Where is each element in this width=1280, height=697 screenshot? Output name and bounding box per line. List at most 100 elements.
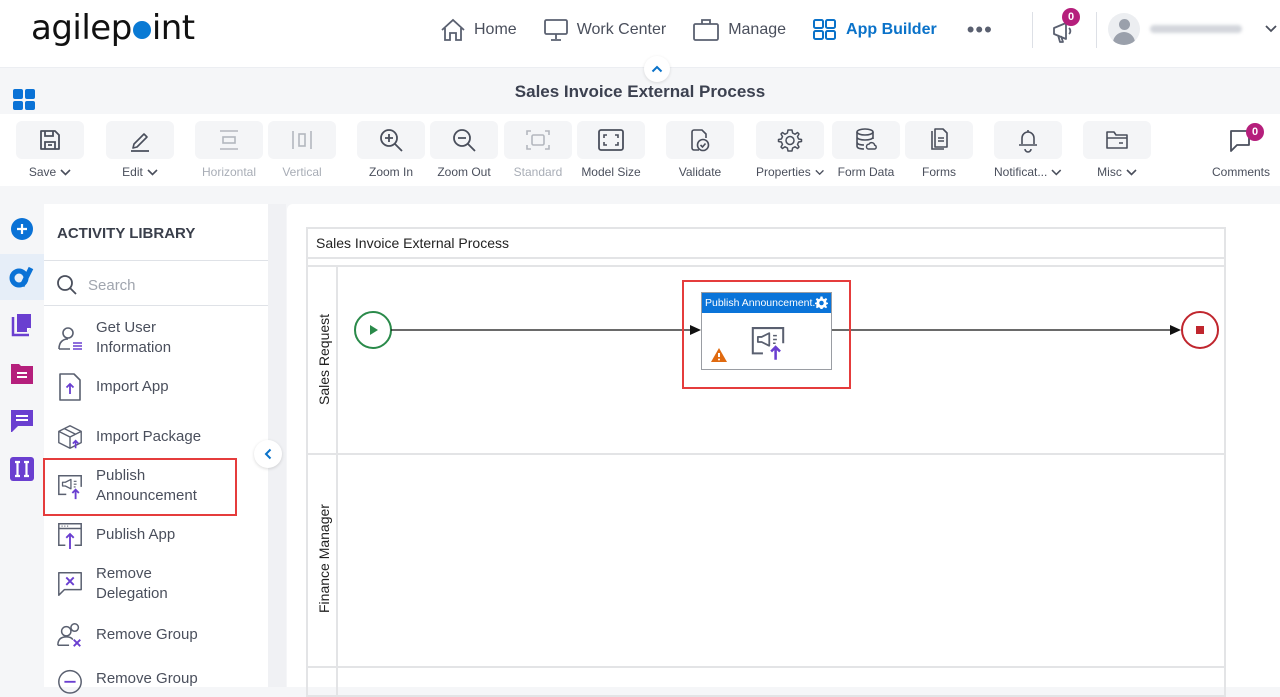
library-item-label: Remove Group (96, 670, 198, 687)
form-data-label: Form Data (837, 165, 895, 179)
model-size-button[interactable]: Model Size (577, 121, 645, 179)
search-placeholder: Search (88, 276, 136, 294)
divider (308, 265, 1224, 267)
comments-button[interactable]: 0 Comments (1207, 121, 1275, 179)
publish-app-icon (58, 523, 82, 549)
announcements-count-badge: 0 (1062, 8, 1080, 26)
save-button[interactable]: Save (16, 121, 84, 179)
standard-size-button[interactable]: Standard (504, 121, 572, 179)
validate-button[interactable]: Validate (666, 121, 734, 179)
chat-icon (11, 410, 33, 432)
library-item-remove-group-member[interactable]: Remove Group (56, 664, 216, 694)
forms-label: Forms (922, 165, 956, 179)
pool-title: Sales Invoice External Process (316, 235, 509, 251)
library-item-label: Remove Delegation (96, 565, 168, 602)
chevron-down-icon (1051, 169, 1062, 176)
library-item-label: Import App (96, 378, 169, 395)
library-item-remove-delegation[interactable]: Remove Delegation (56, 564, 216, 604)
library-item-label: Get User Information (96, 319, 172, 356)
divider (308, 257, 1224, 259)
search-icon (57, 275, 77, 295)
notifications-button[interactable]: Notificat... (994, 121, 1062, 179)
rail-add-activity[interactable] (0, 206, 44, 252)
chevron-down-icon (1265, 25, 1277, 33)
edit-label: Edit (122, 165, 143, 179)
nav-manage-label: Manage (728, 21, 787, 38)
designer-toolbar: Save Edit Horizontal Vertical Zoom In Zo… (0, 114, 1280, 186)
activity-library-title: ACTIVITY LIBRARY (57, 225, 196, 242)
rail-forms[interactable] (0, 350, 44, 396)
collapse-library-button[interactable] (254, 440, 282, 468)
lane-label-finance-manager[interactable]: Finance Manager (316, 504, 332, 613)
standard-size-icon (526, 130, 550, 150)
user-menu[interactable] (1108, 13, 1278, 45)
agilepoint-logo[interactable]: agilep int (31, 8, 195, 48)
zoom-in-icon (380, 129, 403, 152)
library-search-input[interactable]: Search (56, 274, 256, 296)
zoom-in-label: Zoom In (368, 165, 413, 179)
forms-button[interactable]: Forms (905, 121, 973, 179)
package-icon (58, 425, 82, 449)
ii-icon (10, 457, 34, 481)
grid-icon (813, 19, 837, 40)
nav-app-builder-label: App Builder (846, 21, 937, 38)
library-item-import-package[interactable]: Import Package (56, 422, 216, 452)
logo-dot (132, 21, 151, 39)
announcements-button[interactable]: 0 (1048, 8, 1080, 46)
rail-documents[interactable] (0, 302, 44, 348)
nav-home-label: Home (474, 21, 517, 38)
user-list-icon (58, 327, 82, 350)
lane-divider (308, 453, 1224, 455)
nav-work-center[interactable]: Work Center (543, 18, 667, 42)
rail-messaging[interactable] (0, 398, 44, 444)
activity-publish-announcement[interactable]: Publish Announcement... (701, 292, 832, 370)
divider (44, 305, 268, 306)
library-item-publish-app[interactable]: Publish App (56, 520, 216, 550)
rail-integrations[interactable] (0, 446, 44, 492)
zoom-in-button[interactable]: Zoom In (357, 121, 425, 179)
library-item-label: Publish App (96, 526, 176, 543)
folder-form-icon (11, 364, 33, 384)
user-name-blurred (1150, 25, 1242, 33)
library-item-import-app[interactable]: Import App (56, 372, 216, 402)
misc-button[interactable]: Misc (1083, 121, 1151, 179)
nav-home[interactable]: Home (440, 18, 517, 42)
library-item-remove-group[interactable]: Remove Group (56, 620, 216, 650)
library-item-get-user-information[interactable]: Get User Information (56, 318, 216, 358)
database-icon (856, 128, 877, 150)
nav-app-builder[interactable]: App Builder (812, 18, 937, 42)
vertical-layout-button[interactable]: Vertical (268, 121, 336, 179)
properties-label: Properties (756, 165, 811, 179)
chevron-left-icon (264, 448, 272, 460)
divider (1032, 12, 1033, 48)
activity-title: Publish Announcement... (705, 297, 822, 309)
collapse-header-button[interactable] (644, 56, 670, 82)
library-item-label: Import Package (96, 428, 202, 445)
zoom-out-button[interactable]: Zoom Out (430, 121, 498, 179)
more-menu-button[interactable]: ••• (967, 17, 993, 43)
nav-manage[interactable]: Manage (692, 18, 786, 42)
properties-button[interactable]: Properties (756, 121, 824, 179)
save-label: Save (28, 165, 57, 179)
rail-agilepoint-activities[interactable] (0, 254, 44, 300)
lane-label-sales-request[interactable]: Sales Request (316, 314, 332, 405)
horizontal-layout-button[interactable]: Horizontal (195, 121, 263, 179)
comments-count-badge: 0 (1246, 123, 1264, 141)
activity-header: Publish Announcement... (702, 293, 831, 313)
form-data-button[interactable]: Form Data (832, 121, 900, 179)
nav-work-center-label: Work Center (576, 21, 667, 38)
activity-library-panel: ACTIVITY LIBRARY Search Get User Informa… (44, 204, 268, 694)
chevron-down-icon (147, 168, 158, 176)
gear-icon[interactable] (815, 296, 828, 309)
divider (44, 260, 268, 261)
warning-icon[interactable] (710, 347, 728, 363)
announcement-icon (751, 327, 785, 360)
notifications-label: Notificat... (994, 165, 1048, 179)
remove-delegation-icon (58, 572, 82, 596)
lane-divider (308, 666, 1224, 668)
model-size-icon (598, 129, 624, 151)
validate-icon (691, 129, 710, 152)
bell-icon (1019, 130, 1037, 153)
edit-button[interactable]: Edit (106, 121, 174, 179)
gear-icon (777, 129, 803, 152)
